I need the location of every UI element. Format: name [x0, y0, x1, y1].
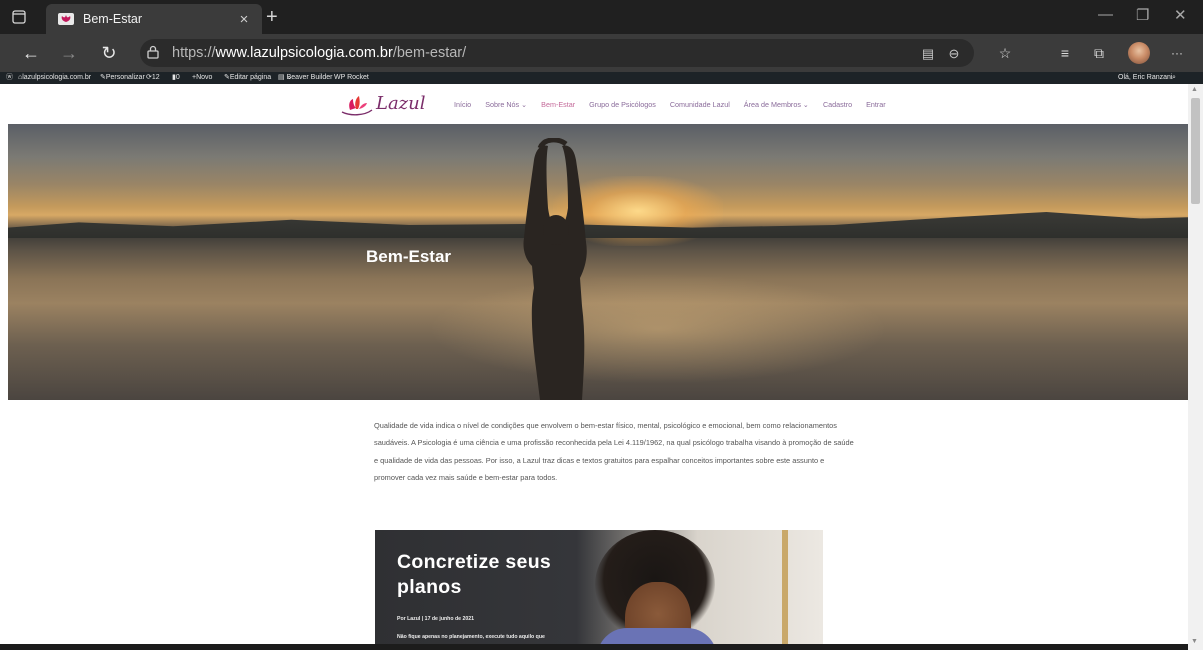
nav-item-sobre-nos[interactable]: Sobre Nós ⌄: [485, 100, 527, 109]
nav-item-entrar[interactable]: Entrar: [866, 100, 886, 109]
post-card-photo-frame: [782, 530, 788, 650]
browser-tab-active[interactable]: Bem-Estar ×: [46, 4, 262, 34]
address-bar[interactable]: https://www.lazulpsicologia.com.br/bem-e…: [140, 39, 974, 67]
wp-admin-bar: ⓦ ⌂ lazulpsicologia.com.br ✎ Personaliza…: [0, 72, 1203, 84]
back-icon[interactable]: ←: [20, 43, 42, 63]
tab-title: Bem-Estar: [83, 12, 143, 26]
wp-comments-count: 0: [175, 74, 180, 81]
page-scrollbar[interactable]: ▲ ▼: [1188, 84, 1203, 650]
scrollbar-thumb[interactable]: [1191, 98, 1200, 204]
post-card[interactable]: Concretize seus planos Por Lazul | 17 de…: [375, 530, 823, 650]
nav-item-grupo-de-psicologos[interactable]: Grupo de Psicólogos: [589, 100, 656, 109]
minimize-icon[interactable]: —: [1098, 6, 1113, 23]
post-card-title[interactable]: Concretize seus planos: [397, 550, 597, 600]
wp-comments-link[interactable]: ▮ 0: [172, 72, 180, 84]
refresh-icon[interactable]: ↻: [98, 43, 120, 63]
wp-rocket-link[interactable]: WP Rocket: [334, 72, 369, 84]
favorites-icon[interactable]: ≡: [1056, 44, 1074, 62]
url-text[interactable]: https://www.lazulpsicologia.com.br/bem-e…: [172, 45, 466, 61]
nav-item-cadastro[interactable]: Cadastro: [823, 100, 852, 109]
favorites-add-icon[interactable]: ☆: [996, 44, 1014, 62]
lotus-icon: [341, 96, 373, 116]
nav-item-bem-estar[interactable]: Bem-Estar: [541, 100, 575, 109]
profile-avatar[interactable]: [1128, 42, 1150, 64]
site-logo[interactable]: Lazul: [340, 92, 426, 118]
hero-title: Bem-Estar: [366, 247, 452, 266]
forward-icon[interactable]: →: [58, 43, 80, 63]
main-nav: Início Sobre Nós ⌄ Bem-Estar Grupo de Ps…: [454, 100, 898, 109]
post-card-excerpt: Não fique apenas no planejamento, execut…: [397, 634, 545, 640]
hero-banner: Bem-Estar: [8, 124, 1188, 400]
wp-new-label: Novo: [196, 74, 213, 81]
page-viewport: Lazul Início Sobre Nós ⌄ Bem-Estar Grupo…: [8, 84, 1188, 650]
wp-edit-page-label: Editar página: [229, 74, 272, 81]
immersive-reader-icon[interactable]: ▤: [920, 46, 936, 62]
lock-icon[interactable]: [146, 45, 160, 59]
wp-new-link[interactable]: + Novo: [192, 72, 212, 84]
wp-site-name: lazulpsicologia.com.br: [22, 74, 92, 81]
post-card-meta: Por Lazul | 17 de junho de 2021: [397, 616, 474, 622]
taskbar-edge: [0, 644, 1188, 650]
zoom-icon[interactable]: ⊖: [946, 46, 962, 62]
wp-customize-link[interactable]: ✎ Personalizar: [100, 72, 145, 84]
url-host: www.lazulpsicologia.com.br: [215, 45, 393, 61]
nav-item-area-de-membros[interactable]: Área de Membros ⌄: [744, 100, 809, 109]
lazul-favicon-icon: [58, 13, 74, 25]
site-header: Lazul Início Sobre Nós ⌄ Bem-Estar Grupo…: [8, 84, 1188, 124]
wp-beaver-label: Beaver Builder: [286, 74, 333, 81]
url-prefix: https://: [172, 45, 216, 61]
more-menu-icon[interactable]: ···: [1168, 44, 1186, 62]
nav-item-inicio[interactable]: Início: [454, 100, 471, 109]
url-path: /bem-estar/: [392, 45, 467, 61]
restore-icon[interactable]: ❐: [1136, 6, 1149, 24]
tab-actions-icon[interactable]: [10, 8, 28, 26]
wp-customize-label: Personalizar: [105, 74, 145, 81]
wp-beaver-link[interactable]: ▤ Beaver Builder ⌄: [278, 72, 332, 84]
wp-edit-page-link[interactable]: ✎ Editar página: [224, 72, 271, 84]
wordpress-logo-icon[interactable]: ⓦ: [6, 72, 13, 84]
wp-site-link[interactable]: ⌂ lazulpsicologia.com.br: [18, 72, 91, 84]
scroll-up-icon[interactable]: ▲: [1191, 86, 1198, 93]
nav-item-comunidade-lazul[interactable]: Comunidade Lazul: [670, 100, 730, 109]
browser-tab-bar: Bem-Estar × + — ❐ ✕: [0, 0, 1203, 34]
collections-icon[interactable]: ⧉: [1090, 44, 1108, 62]
hero-person-silhouette: [523, 138, 587, 400]
new-tab-button[interactable]: +: [266, 7, 278, 27]
intro-paragraph: Qualidade de vida indica o nível de cond…: [374, 421, 854, 483]
window-close-icon[interactable]: ✕: [1174, 6, 1187, 24]
wp-updates-link[interactable]: ⟳ 12: [146, 72, 160, 84]
scroll-down-icon[interactable]: ▼: [1191, 638, 1198, 645]
tab-close-icon[interactable]: ×: [234, 11, 254, 28]
browser-toolbar: ← → ↻ https://www.lazulpsicologia.com.br…: [0, 34, 1203, 72]
logo-text: Lazul: [376, 93, 426, 114]
wp-search-icon[interactable]: ⌕: [1172, 72, 1176, 84]
wp-updates-count: 12: [151, 74, 160, 81]
wp-account-greeting[interactable]: Olá, Eric Ranzani: [1118, 72, 1172, 84]
